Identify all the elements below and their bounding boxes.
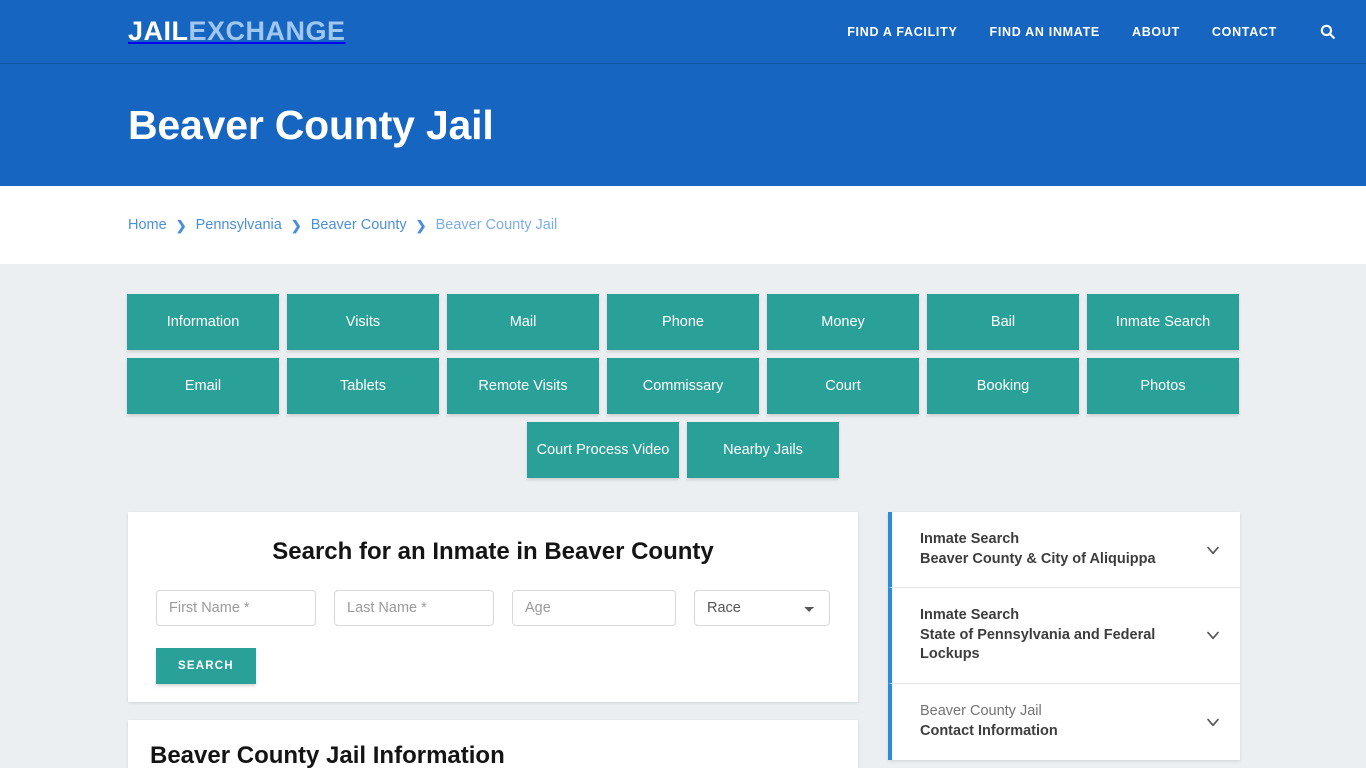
chevron-right-icon: ❯ xyxy=(415,217,427,233)
chevron-right-icon: ❯ xyxy=(175,217,187,233)
lower-section: Search for an Inmate in Beaver County Ra… xyxy=(128,512,1240,768)
main-column: Search for an Inmate in Beaver County Ra… xyxy=(128,512,858,768)
tile-inmate-search[interactable]: Inmate Search xyxy=(1087,294,1239,350)
tile-court-process-video[interactable]: Court Process Video xyxy=(527,422,679,478)
breadcrumb-item-home[interactable]: Home xyxy=(128,217,167,233)
breadcrumb-item-beaver-county[interactable]: Beaver County xyxy=(311,217,407,233)
nav-item-about[interactable]: ABOUT xyxy=(1132,25,1180,39)
page-hero: Beaver County Jail xyxy=(0,64,1366,186)
category-tile-grid-row-2: Email Tablets Remote Visits Commissary C… xyxy=(127,358,1239,414)
tile-booking[interactable]: Booking xyxy=(927,358,1079,414)
tile-photos[interactable]: Photos xyxy=(1087,358,1239,414)
breadcrumb-item-pennsylvania[interactable]: Pennsylvania xyxy=(196,217,282,233)
logo-text-secondary: EXCHANGE xyxy=(188,16,346,46)
accordion-item-text: Inmate Search Beaver County & City of Al… xyxy=(920,530,1192,569)
accordion-item-subtitle: Contact Information xyxy=(920,722,1058,739)
tile-nearby-jails[interactable]: Nearby Jails xyxy=(687,422,839,478)
page-title: Beaver County Jail xyxy=(128,101,494,148)
nav-item-contact[interactable]: CONTACT xyxy=(1212,25,1277,39)
first-name-input[interactable] xyxy=(156,590,316,626)
breadcrumb-item-current[interactable]: Beaver County Jail xyxy=(436,217,558,233)
chevron-down-icon[interactable] xyxy=(1202,539,1224,561)
accordion-item-text: Beaver County Jail Contact Information xyxy=(920,702,1192,741)
sidebar-column: Inmate Search Beaver County & City of Al… xyxy=(888,512,1240,760)
nav-item-find-a-facility[interactable]: FIND A FACILITY xyxy=(847,25,957,39)
tile-information[interactable]: Information xyxy=(127,294,279,350)
nav-item-find-an-inmate[interactable]: FIND AN INMATE xyxy=(989,25,1099,39)
site-logo[interactable]: JAILEXCHANGE xyxy=(128,18,346,45)
accordion-item-title: Beaver County Jail xyxy=(920,703,1042,720)
tile-tablets[interactable]: Tablets xyxy=(287,358,439,414)
accordion-item-text: Inmate Search State of Pennsylvania and … xyxy=(920,606,1192,665)
tile-email[interactable]: Email xyxy=(127,358,279,414)
chevron-down-icon[interactable] xyxy=(1202,711,1224,733)
inmate-search-card: Search for an Inmate in Beaver County Ra… xyxy=(128,512,858,702)
accordion-item-subtitle: Beaver County & City of Aliquippa xyxy=(920,550,1156,567)
accordion-item-inmate-search-state[interactable]: Inmate Search State of Pennsylvania and … xyxy=(888,588,1240,684)
page-content: Information Visits Mail Phone Money Bail… xyxy=(0,264,1366,768)
last-name-input[interactable] xyxy=(334,590,494,626)
search-icon[interactable] xyxy=(1319,23,1336,40)
chevron-down-icon[interactable] xyxy=(1202,624,1224,646)
logo-text-primary: JAIL xyxy=(128,16,189,46)
tile-money[interactable]: Money xyxy=(767,294,919,350)
search-submit-button[interactable]: SEARCH xyxy=(156,648,256,684)
accordion-item-subtitle: State of Pennsylvania and Federal Lockup… xyxy=(920,626,1156,663)
tile-commissary[interactable]: Commissary xyxy=(607,358,759,414)
accordion-item-title: Inmate Search xyxy=(920,531,1020,547)
tile-remote-visits[interactable]: Remote Visits xyxy=(447,358,599,414)
breadcrumb: Home ❯ Pennsylvania ❯ Beaver County ❯ Be… xyxy=(128,217,557,233)
race-select[interactable]: Race xyxy=(694,590,830,626)
tile-visits[interactable]: Visits xyxy=(287,294,439,350)
accordion-item-inmate-search-county[interactable]: Inmate Search Beaver County & City of Al… xyxy=(888,512,1240,589)
top-navigation-bar: JAILEXCHANGE FIND A FACILITY FIND AN INM… xyxy=(0,0,1366,64)
age-input[interactable] xyxy=(512,590,676,626)
tile-court[interactable]: Court xyxy=(767,358,919,414)
accordion-item-contact-information[interactable]: Beaver County Jail Contact Information xyxy=(888,683,1240,760)
chevron-right-icon: ❯ xyxy=(290,217,302,233)
jail-information-heading: Beaver County Jail Information xyxy=(150,742,505,768)
sidebar-accordion: Inmate Search Beaver County & City of Al… xyxy=(888,512,1240,760)
inmate-search-form: Race xyxy=(148,590,838,626)
tile-mail[interactable]: Mail xyxy=(447,294,599,350)
jail-information-card: Beaver County Jail Information xyxy=(128,720,858,768)
inmate-search-heading: Search for an Inmate in Beaver County xyxy=(272,538,714,565)
accordion-item-title: Inmate Search xyxy=(920,607,1020,624)
tile-phone[interactable]: Phone xyxy=(607,294,759,350)
category-tile-grid-row-3: Court Process Video Nearby Jails xyxy=(128,422,1238,478)
breadcrumb-bar: Home ❯ Pennsylvania ❯ Beaver County ❯ Be… xyxy=(0,186,1366,264)
category-tile-grid-row-1: Information Visits Mail Phone Money Bail… xyxy=(127,294,1239,350)
nav-links: FIND A FACILITY FIND AN INMATE ABOUT CON… xyxy=(847,23,1336,40)
tile-bail[interactable]: Bail xyxy=(927,294,1079,350)
